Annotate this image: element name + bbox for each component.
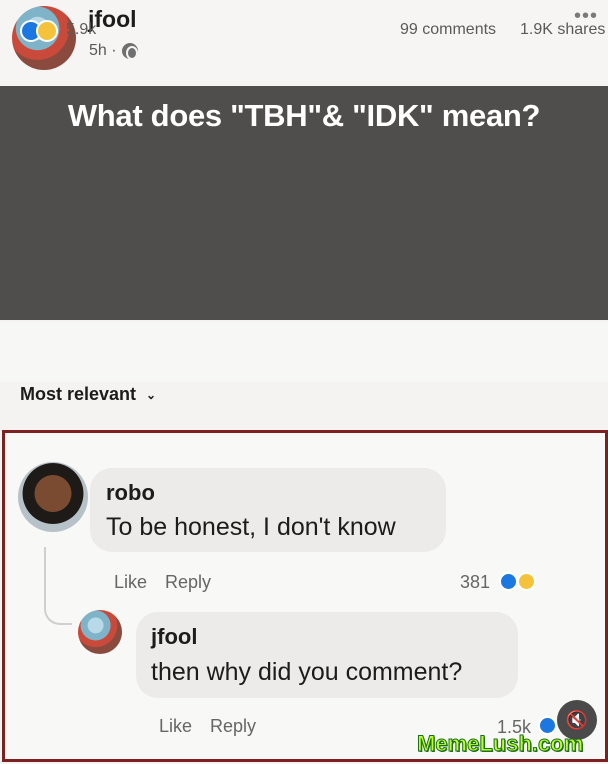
post-meta: 5h ·: [89, 42, 138, 60]
chevron-down-icon: ⌄: [146, 387, 157, 402]
like-button[interactable]: Like: [159, 716, 192, 737]
reply-author-avatar[interactable]: [78, 610, 122, 654]
sort-label: Most relevant: [20, 384, 137, 404]
comment-reaction-count[interactable]: 381: [460, 572, 490, 593]
like-button[interactable]: Like: [114, 572, 147, 593]
comments-sort[interactable]: Most relevant ⌄: [20, 384, 156, 405]
globe-icon: [121, 43, 138, 60]
comment-text: To be honest, I don't know: [106, 513, 396, 541]
reply-actions: Like Reply: [159, 716, 256, 737]
watermark: MemeLush.com: [416, 731, 584, 757]
comments-count[interactable]: 99 comments: [400, 21, 496, 39]
reaction-count[interactable]: 5.9k: [66, 21, 96, 39]
comment-author[interactable]: robo: [106, 480, 155, 506]
thread-connector: [44, 547, 72, 625]
comment-actions: Like Reply: [114, 572, 211, 593]
reply-text: then why did you comment?: [151, 658, 463, 686]
post-time: 5h ·: [89, 42, 117, 59]
like-reaction-icon: [499, 572, 518, 591]
reactions-row: [0, 322, 608, 382]
post-text: What does "TBH"& "IDK" mean?: [67, 98, 541, 133]
haha-reaction-icon: [517, 572, 536, 591]
reply-button[interactable]: Reply: [210, 716, 256, 737]
reply-button[interactable]: Reply: [165, 572, 211, 593]
shares-count[interactable]: 1.9K shares: [520, 21, 605, 39]
commenter-avatar[interactable]: [18, 462, 88, 532]
reply-author[interactable]: jfool: [151, 624, 197, 650]
haha-reaction-icon[interactable]: [36, 20, 58, 42]
